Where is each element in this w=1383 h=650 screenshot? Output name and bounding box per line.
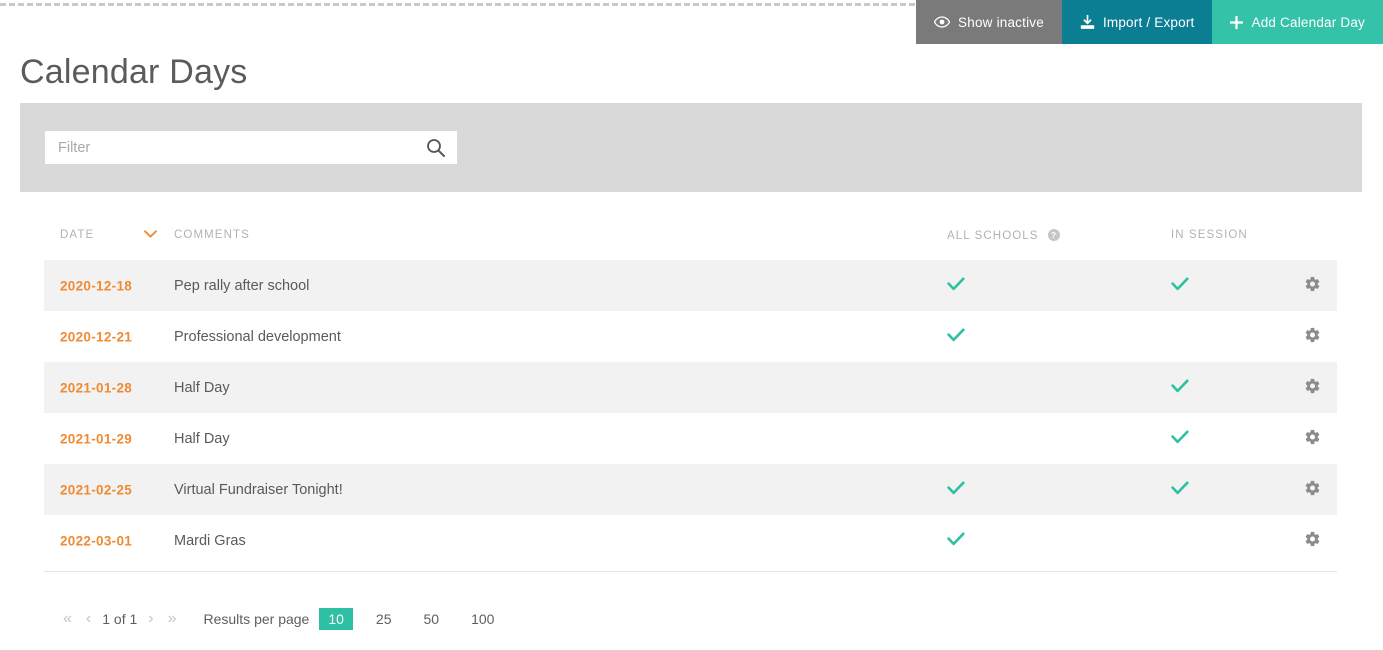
column-header-in-session-label: IN SESSION xyxy=(1171,229,1248,241)
gear-icon xyxy=(1304,327,1321,347)
table-row[interactable]: 2021-01-28 Half Day xyxy=(44,362,1337,413)
cell-date-link[interactable]: 2020-12-18 xyxy=(60,278,132,293)
filter-input-wrapper xyxy=(45,131,457,164)
pagination-last-button[interactable]: » xyxy=(161,610,184,628)
pagination-prev-button[interactable]: ‹ xyxy=(79,610,98,628)
check-icon xyxy=(1171,379,1189,397)
show-inactive-button[interactable]: Show inactive xyxy=(916,0,1062,44)
cell-all-schools xyxy=(947,328,965,346)
column-header-all-schools-label: ALL SCHOOLS xyxy=(947,230,1039,242)
cell-comments: Half Day xyxy=(174,379,230,396)
cell-all-schools xyxy=(947,277,965,295)
gear-icon xyxy=(1304,276,1321,296)
pagination: « ‹ 1 of 1 › » Results per page 10 25 50 10… xyxy=(56,608,517,630)
column-header-comments[interactable]: COMMENTS xyxy=(174,229,250,241)
download-icon xyxy=(1080,14,1095,30)
table-row[interactable]: 2021-01-29 Half Day xyxy=(44,413,1337,464)
gear-icon xyxy=(1304,531,1321,551)
cell-in-session xyxy=(1171,481,1189,499)
page-title: Calendar Days xyxy=(20,52,248,91)
add-calendar-day-label: Add Calendar Day xyxy=(1251,14,1365,30)
table-bottom-border xyxy=(44,571,1337,572)
column-header-all-schools[interactable]: ALL SCHOOLS ? xyxy=(947,229,1060,244)
svg-text:?: ? xyxy=(1051,230,1057,240)
check-icon xyxy=(947,277,965,295)
cell-comments: Professional development xyxy=(174,328,341,345)
pagination-first-button[interactable]: « xyxy=(56,610,79,628)
row-settings-button[interactable] xyxy=(1304,428,1321,449)
cell-date-link[interactable]: 2020-12-21 xyxy=(60,329,132,344)
check-icon xyxy=(947,532,965,550)
calendar-days-table: DATE COMMENTS ALL SCHOOLS ? IN SESSION 2… xyxy=(44,222,1337,572)
table-row[interactable]: 2022-03-01 Mardi Gras xyxy=(44,515,1337,566)
cell-in-session xyxy=(1171,430,1189,448)
show-inactive-label: Show inactive xyxy=(958,14,1044,30)
cell-date-link[interactable]: 2021-02-25 xyxy=(60,482,132,497)
cell-in-session xyxy=(1171,277,1189,295)
help-circle-icon[interactable]: ? xyxy=(1047,229,1060,244)
cell-date-link[interactable]: 2021-01-29 xyxy=(60,431,132,446)
results-per-page-option[interactable]: 25 xyxy=(367,608,401,630)
pagination-next-button[interactable]: › xyxy=(141,610,160,628)
top-action-bar: Show inactive Import / Export Add Calend… xyxy=(916,0,1383,44)
row-settings-button[interactable] xyxy=(1304,275,1321,296)
check-icon xyxy=(1171,277,1189,295)
plus-icon xyxy=(1230,15,1244,29)
pagination-page-label: 1 of 1 xyxy=(102,611,138,627)
table-row[interactable]: 2020-12-21 Professional development xyxy=(44,311,1337,362)
row-settings-button[interactable] xyxy=(1304,479,1321,500)
cell-comments: Virtual Fundraiser Tonight! xyxy=(174,481,343,498)
cell-all-schools xyxy=(947,481,965,499)
cell-date-link[interactable]: 2022-03-01 xyxy=(60,533,132,548)
filter-panel xyxy=(20,103,1362,192)
cell-all-schools xyxy=(947,532,965,550)
column-header-comments-label: COMMENTS xyxy=(174,229,250,241)
gear-icon xyxy=(1304,429,1321,449)
cell-comments: Pep rally after school xyxy=(174,277,310,294)
column-header-in-session[interactable]: IN SESSION xyxy=(1171,229,1248,241)
table-body: 2020-12-18 Pep rally after school 2020-12-… xyxy=(44,260,1337,566)
row-settings-button[interactable] xyxy=(1304,530,1321,551)
eye-icon xyxy=(934,16,951,28)
results-per-page-label: Results per page xyxy=(203,611,310,627)
results-per-page-option[interactable]: 10 xyxy=(319,608,353,630)
table-row[interactable]: 2021-02-25 Virtual Fundraiser Tonight! xyxy=(44,464,1337,515)
check-icon xyxy=(1171,430,1189,448)
results-per-page-options: 10 25 50 100 xyxy=(319,608,517,630)
import-export-button[interactable]: Import / Export xyxy=(1061,0,1213,44)
cell-in-session xyxy=(1171,379,1189,397)
check-icon xyxy=(947,481,965,499)
sort-chevron-down-icon[interactable] xyxy=(144,228,157,240)
results-per-page-option[interactable]: 50 xyxy=(415,608,449,630)
column-header-date[interactable]: DATE xyxy=(60,229,94,241)
gear-icon xyxy=(1304,480,1321,500)
check-icon xyxy=(947,328,965,346)
cell-comments: Half Day xyxy=(174,430,230,447)
add-calendar-day-button[interactable]: Add Calendar Day xyxy=(1212,0,1383,44)
results-per-page-option[interactable]: 100 xyxy=(462,608,503,630)
table-row[interactable]: 2020-12-18 Pep rally after school xyxy=(44,260,1337,311)
column-header-date-label: DATE xyxy=(60,229,95,241)
import-export-label: Import / Export xyxy=(1102,14,1195,30)
check-icon xyxy=(1171,481,1189,499)
row-settings-button[interactable] xyxy=(1304,377,1321,398)
cell-date-link[interactable]: 2021-01-28 xyxy=(60,380,132,395)
gear-icon xyxy=(1304,378,1321,398)
table-header-row: DATE COMMENTS ALL SCHOOLS ? IN SESSION xyxy=(44,222,1337,260)
row-settings-button[interactable] xyxy=(1304,326,1321,347)
filter-input[interactable] xyxy=(45,131,457,164)
cell-comments: Mardi Gras xyxy=(174,532,246,549)
page-root: Show inactive Import / Export Add Calend… xyxy=(0,0,1383,650)
